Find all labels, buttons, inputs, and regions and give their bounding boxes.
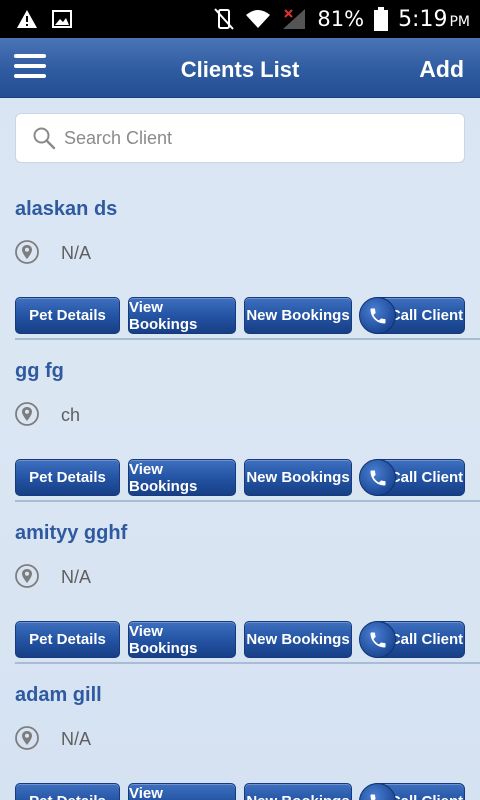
divider [15,500,480,502]
app-header: Clients List Add [0,38,480,98]
client-card: gg fg ch Pet Details View Bookings New B… [0,342,480,504]
call-client-label: Call Client [389,307,464,324]
location-pin-icon [15,402,39,426]
image-icon [52,10,72,28]
new-bookings-button[interactable]: New Bookings [244,297,352,334]
add-button[interactable]: Add [419,56,464,83]
phone-icon [359,459,396,496]
view-bookings-button[interactable]: View Bookings [128,783,236,800]
location-pin-icon [15,564,39,588]
pet-details-button[interactable]: Pet Details [15,297,120,334]
pet-details-button[interactable]: Pet Details [15,459,120,496]
call-client-button[interactable]: Call Client [359,459,465,496]
client-card: alaskan ds N/A Pet Details View Bookings… [0,180,480,342]
client-actions: Pet Details View Bookings New Bookings C… [15,621,470,658]
client-name[interactable]: gg fg [15,360,64,383]
wifi-icon [246,10,271,28]
clock: 5:19 PM [398,7,470,32]
new-bookings-button[interactable]: New Bookings [244,621,352,658]
client-name[interactable]: adam gill [15,684,102,707]
phone-icon [359,621,396,658]
status-bar: 81% 5:19 PM [0,0,480,38]
client-actions: Pet Details View Bookings New Bookings C… [15,297,470,334]
pet-details-button[interactable]: Pet Details [15,783,120,800]
call-client-button[interactable]: Call Client [359,783,465,800]
signal-icon [283,9,306,29]
new-bookings-button[interactable]: New Bookings [244,459,352,496]
view-bookings-button[interactable]: View Bookings [128,621,236,658]
search-icon [33,127,56,150]
client-address: ch [61,405,81,425]
location-pin-icon [15,240,39,264]
new-bookings-button[interactable]: New Bookings [244,783,352,800]
vibrate-off-icon [214,8,235,30]
call-client-label: Call Client [390,793,463,800]
view-bookings-button[interactable]: View Bookings [128,297,236,334]
page-title: Clients List [180,57,300,82]
phone-icon [359,783,396,800]
clock-ampm: PM [449,13,470,30]
client-name[interactable]: alaskan ds [15,198,117,221]
clock-time: 5:19 [398,6,448,32]
client-card: amityy gghf N/A Pet Details View Booking… [0,504,480,666]
divider [15,338,480,340]
client-address: N/A [61,243,92,263]
phone-icon [359,297,396,334]
call-client-label: Call Client [389,631,464,648]
client-card: adam gill N/A Pet Details View Bookings … [0,666,480,800]
battery-icon [374,7,389,31]
search-box[interactable] [15,113,465,163]
location-pin-icon [15,726,39,750]
warning-icon [17,10,37,28]
client-address: N/A [61,729,92,749]
client-list: alaskan ds N/A Pet Details View Bookings… [0,180,480,800]
client-actions: Pet Details View Bookings New Bookings C… [15,783,470,800]
call-client-button[interactable]: Call Client [359,297,465,334]
client-address: N/A [61,567,92,587]
call-client-button[interactable]: Call Client [359,621,465,658]
client-actions: Pet Details View Bookings New Bookings C… [15,459,470,496]
call-client-label: Call Client [389,469,464,486]
search-input[interactable] [64,118,464,158]
battery-percent: 81% [317,7,365,31]
pet-details-button[interactable]: Pet Details [15,621,120,658]
view-bookings-button[interactable]: View Bookings [128,459,236,496]
client-name[interactable]: amityy gghf [15,522,127,545]
divider [15,662,480,664]
